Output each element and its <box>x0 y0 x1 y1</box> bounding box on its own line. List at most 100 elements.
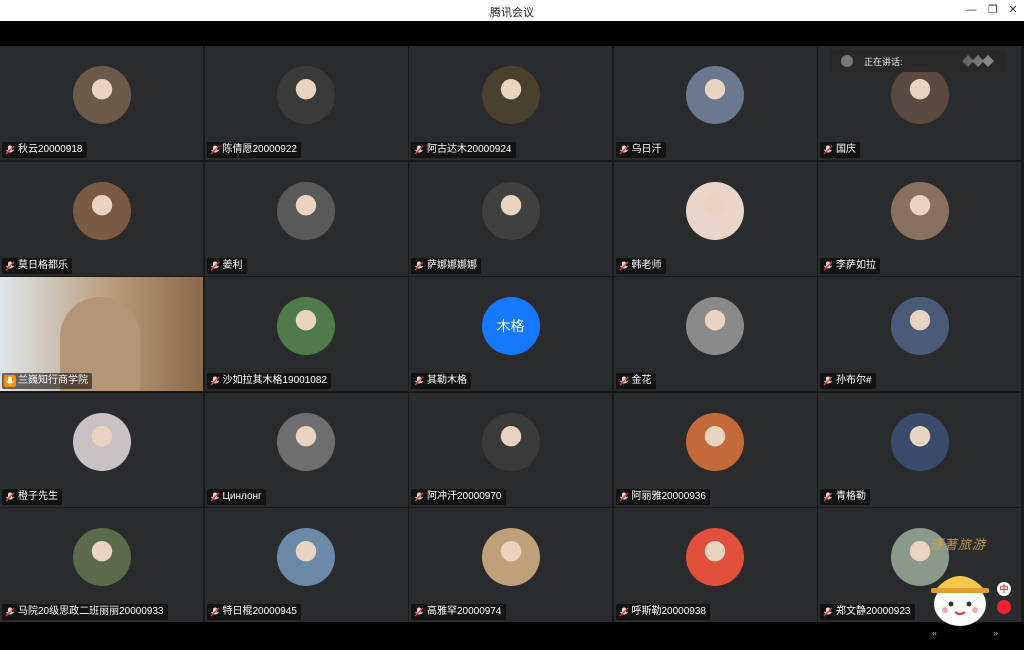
participant-tile[interactable]: 呼斯勒20000938 <box>613 508 817 622</box>
watermark-text: 逐著旅游 <box>930 537 987 552</box>
participant-avatar <box>277 528 335 586</box>
muted-mic-icon <box>619 492 628 501</box>
participant-name-tag: 特日棍20000945 <box>206 604 301 620</box>
record-icon[interactable] <box>997 600 1011 614</box>
restore-icon[interactable]: ❐ <box>985 3 1001 17</box>
participant-name-tag: 孙布尔# <box>820 373 876 389</box>
muted-mic-icon <box>619 607 628 617</box>
muted-mic-icon <box>414 492 424 501</box>
participant-avatar <box>72 66 131 124</box>
participant-avatar <box>72 412 131 471</box>
participant-name-tag: 乌日汗 <box>615 142 666 158</box>
participant-tile[interactable]: 橙子先生 <box>0 392 203 507</box>
participant-tile[interactable]: 萨娜娜娜娜 <box>409 161 612 276</box>
participant-avatar <box>72 181 131 240</box>
minimize-button[interactable]: — <box>963 3 979 17</box>
participant-tile[interactable]: 阿古达木20000924 <box>409 46 612 160</box>
muted-mic-icon <box>210 376 219 386</box>
participant-name-tag: 阿丽雅20000936 <box>615 488 710 505</box>
participant-tile[interactable]: 韩老师 <box>613 161 817 276</box>
participant-tile[interactable]: 孙布尔# <box>818 277 1021 391</box>
muted-mic-icon <box>5 492 15 501</box>
participant-avatar <box>277 297 335 355</box>
participant-name: 秋云20000918 <box>18 144 83 155</box>
muted-mic-icon <box>823 261 833 270</box>
participant-avatar <box>890 297 949 355</box>
participant-avatar <box>686 181 744 240</box>
participant-tile[interactable]: 乌日汗 <box>613 46 817 160</box>
participant-avatar: 木格 <box>481 297 540 355</box>
muted-mic-icon <box>5 261 15 270</box>
participant-avatar <box>686 412 744 471</box>
prev-page-icon[interactable]: « <box>932 628 937 638</box>
participant-name-tag: 韩老师 <box>615 257 666 274</box>
participant-name-tag: Цинлонг <box>206 488 266 505</box>
participant-name: 高雅罕20000974 <box>427 606 502 617</box>
participant-avatar <box>686 66 744 124</box>
participant-avatar <box>481 66 540 124</box>
muted-mic-icon <box>210 261 219 270</box>
muted-mic-icon <box>823 607 833 617</box>
participant-name-tag: 金花 <box>615 373 656 389</box>
next-page-icon[interactable]: » <box>993 628 998 638</box>
participant-name: 青格勒 <box>836 490 866 502</box>
participant-name: 莫日格都乐 <box>18 259 68 271</box>
mascot-sticker-icon <box>931 576 989 626</box>
muted-mic-icon <box>823 145 833 155</box>
participant-name: 郑文静20000923 <box>836 606 911 617</box>
participant-tile[interactable]: 阿丽雅20000936 <box>613 392 817 507</box>
participant-name-tag: 马院20级思政二班丽丽20000933 <box>2 604 168 620</box>
participant-tile[interactable]: 莫日格都乐 <box>0 161 203 276</box>
muted-mic-icon <box>414 145 424 155</box>
muted-mic-icon <box>414 376 424 386</box>
participant-name-tag: 陈倩愿20000922 <box>206 142 301 158</box>
participant-name: 金花 <box>631 375 652 386</box>
participant-avatar <box>481 181 540 240</box>
participant-tile[interactable]: 高雅罕20000974 <box>409 508 612 622</box>
participant-avatar <box>890 181 949 240</box>
participant-name-tag: 姜利 <box>206 257 247 274</box>
participant-name-tag: 呼斯勒20000938 <box>615 604 710 620</box>
participant-tile[interactable]: 姜利 <box>204 161 408 276</box>
participant-tile[interactable]: 沙如拉其木格19001082 <box>204 277 408 391</box>
participant-name: 韩老师 <box>631 259 662 271</box>
participant-tile[interactable]: 特日棍20000945 <box>204 508 408 622</box>
participant-name: 橙子先生 <box>18 490 58 502</box>
participant-name-tag: 秋云20000918 <box>2 142 87 158</box>
participant-name-tag: 郑文静20000923 <box>820 604 915 620</box>
participant-tile[interactable]: 陈倩愿20000922 <box>204 46 408 160</box>
speaking-label: 正在讲话: <box>864 57 903 67</box>
participant-name-tag: 沙如拉其木格19001082 <box>206 373 331 389</box>
participant-name: 李萨如拉 <box>836 259 876 271</box>
participant-name-tag: 其勒木格 <box>411 373 471 389</box>
participant-name-tag: 青格勒 <box>820 488 870 505</box>
participant-name: 陈倩愿20000922 <box>222 144 298 155</box>
participant-name-tag: 莫日格都乐 <box>2 257 72 274</box>
participant-tile[interactable]: 青格勒 <box>818 392 1021 507</box>
participant-name: 萨娜娜娜娜 <box>427 259 477 271</box>
participant-name: 孙布尔# <box>836 375 872 386</box>
language-badge[interactable]: 中 <box>997 582 1011 596</box>
participant-tile[interactable]: 阿冲汗20000970 <box>409 392 612 507</box>
participant-avatar <box>277 66 335 124</box>
participant-tile[interactable]: 秋云20000918 <box>0 46 203 160</box>
speaking-indicator: 正在讲话: <box>830 50 1006 72</box>
participant-avatar <box>686 528 744 586</box>
participant-name: 呼斯勒20000938 <box>631 606 707 617</box>
muted-mic-icon <box>823 376 833 386</box>
participant-avatar <box>481 412 540 471</box>
participant-tile[interactable]: Цинлонг <box>204 392 408 507</box>
participant-name: 阿丽雅20000936 <box>631 490 707 502</box>
participant-tile[interactable]: 马院20级思政二班丽丽20000933 <box>0 508 203 622</box>
participant-name-tag: 萨娜娜娜娜 <box>411 257 481 274</box>
participant-tile[interactable]: 金花 <box>613 277 817 391</box>
window-title: 腾讯会议 <box>490 7 534 19</box>
close-button[interactable]: ✕ <box>1005 3 1021 17</box>
muted-mic-icon <box>414 261 424 270</box>
participant-tile[interactable]: 兰巍知行商学院 <box>0 277 203 391</box>
participant-tile[interactable]: 木格其勒木格 <box>409 277 612 391</box>
muted-mic-icon <box>823 492 833 501</box>
participant-tile[interactable]: 李萨如拉 <box>818 161 1021 276</box>
participant-name: 姜利 <box>222 259 243 271</box>
participant-name-tag: 橙子先生 <box>2 488 62 505</box>
